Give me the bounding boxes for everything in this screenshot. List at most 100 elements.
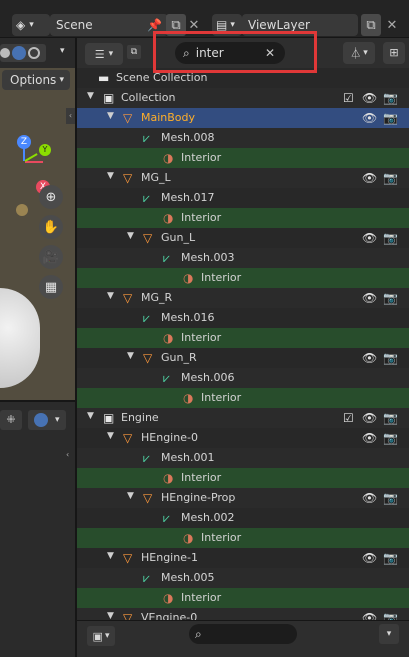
- camera-icon[interactable]: 📷: [383, 611, 398, 620]
- outliner-row[interactable]: ◑ Interior: [77, 388, 409, 408]
- object-icon: ▽: [123, 551, 133, 565]
- eye-icon[interactable]: 👁: [362, 431, 377, 445]
- outliner-row[interactable]: ◑ Interior: [77, 588, 409, 608]
- material-shading-icon[interactable]: [12, 46, 26, 60]
- outliner-row[interactable]: ▼ ▽ VEngine-0 👁 📷: [77, 608, 409, 620]
- pin-icon[interactable]: 📌: [147, 18, 162, 32]
- outliner-row[interactable]: ▼ ▽ Gun_R 👁 📷: [77, 348, 409, 368]
- eye-icon[interactable]: 👁: [362, 491, 377, 505]
- rendered-shading-icon[interactable]: [28, 47, 40, 59]
- options-dropdown[interactable]: Options ▾: [2, 70, 70, 90]
- eye-icon[interactable]: 👁: [362, 411, 377, 425]
- eye-icon[interactable]: 👁: [362, 551, 377, 565]
- expand-arrow-icon[interactable]: ▼: [127, 231, 134, 241]
- outliner-row[interactable]: ▼ ▽ Gun_L 👁 📷: [77, 228, 409, 248]
- outliner-row[interactable]: ⩗ Mesh.017: [77, 188, 409, 208]
- outliner-row[interactable]: ▼ ▽ HEngine-Prop 👁 📷: [77, 488, 409, 508]
- new-collection-icon[interactable]: ⊞: [383, 42, 405, 64]
- solid-shading-icon[interactable]: [0, 48, 10, 58]
- chevron-down-icon[interactable]: ▾: [379, 624, 399, 644]
- outliner-row[interactable]: ▼ ▽ HEngine-0 👁 📷: [77, 428, 409, 448]
- sphere-object[interactable]: [0, 288, 40, 388]
- close-icon[interactable]: ✕: [385, 14, 399, 36]
- editor-type-dropdown[interactable]: ▣ ▾: [87, 626, 115, 646]
- expand-arrow-icon[interactable]: ▼: [107, 291, 114, 301]
- scene-name-field[interactable]: Scene 📌: [50, 14, 168, 36]
- mesh-icon: ⩗: [163, 251, 170, 265]
- display-mode-dropdown[interactable]: ☰ ▾: [85, 43, 123, 65]
- z-axis-handle[interactable]: Z: [17, 135, 31, 149]
- navigation-gizmo[interactable]: Z Y X: [0, 108, 60, 216]
- eye-icon[interactable]: 👁: [362, 351, 377, 365]
- copy-icon[interactable]: ⧉: [127, 45, 141, 59]
- camera-icon[interactable]: 📷: [383, 171, 398, 185]
- outliner-row[interactable]: ◑ Interior: [77, 528, 409, 548]
- grid-icon[interactable]: ▦: [39, 275, 63, 299]
- outliner-row[interactable]: ⩗ Mesh.016: [77, 308, 409, 328]
- outliner-row[interactable]: ⩗ Mesh.006: [77, 368, 409, 388]
- outliner-row[interactable]: ◑ Interior: [77, 328, 409, 348]
- checkbox-icon[interactable]: ☑: [343, 411, 354, 425]
- properties-search-input[interactable]: ⌕: [189, 624, 297, 644]
- eye-icon[interactable]: 👁: [362, 611, 377, 620]
- neg-z-axis-handle[interactable]: [16, 204, 28, 216]
- outliner-row[interactable]: ◑ Interior: [77, 148, 409, 168]
- filter-dropdown[interactable]: ⏃ ▾: [343, 42, 375, 64]
- outliner-row[interactable]: ▼ ▽ MainBody 👁 📷: [77, 108, 409, 128]
- expand-arrow-icon[interactable]: ▼: [107, 111, 114, 121]
- scene-type-dropdown[interactable]: ◈ ▾: [12, 14, 50, 36]
- eye-icon[interactable]: 👁: [362, 291, 377, 305]
- camera-view-icon[interactable]: 🎥: [39, 245, 63, 269]
- outliner-row[interactable]: ◑ Interior: [77, 208, 409, 228]
- outliner-row[interactable]: ▼ ▣ Engine ☑ 👁 📷: [77, 408, 409, 428]
- camera-icon[interactable]: 📷: [383, 351, 398, 365]
- outliner-row[interactable]: ⩗ Mesh.005: [77, 568, 409, 588]
- outliner-row[interactable]: ⩗ Mesh.002: [77, 508, 409, 528]
- expand-arrow-icon[interactable]: ▼: [127, 491, 134, 501]
- camera-icon[interactable]: 📷: [383, 231, 398, 245]
- expand-arrow-icon[interactable]: ▼: [87, 411, 94, 421]
- object-icon: ▽: [143, 491, 153, 505]
- outliner-row-label: MG_L: [141, 171, 171, 184]
- outliner-row[interactable]: ▼ ▽ MG_L 👁 📷: [77, 168, 409, 188]
- eye-icon[interactable]: 👁: [362, 111, 377, 125]
- y-axis-handle[interactable]: Y: [39, 144, 51, 156]
- chevron-down-icon[interactable]: ▾: [60, 46, 65, 56]
- sidebar-toggle-icon[interactable]: ‹: [66, 450, 75, 466]
- expand-arrow-icon[interactable]: ▼: [107, 611, 114, 620]
- expand-arrow-icon[interactable]: ▼: [87, 91, 94, 101]
- overlay-dropdown[interactable]: ▾: [28, 410, 66, 430]
- outliner-row[interactable]: ⩗ Mesh.008: [77, 128, 409, 148]
- outliner-row[interactable]: ◑ Interior: [77, 268, 409, 288]
- zoom-icon[interactable]: ⊕: [39, 185, 63, 209]
- camera-icon[interactable]: 📷: [383, 551, 398, 565]
- camera-icon[interactable]: 📷: [383, 431, 398, 445]
- viewport[interactable]: Z Y X ⊕ ✋ 🎥 ▦ ‹: [0, 38, 75, 400]
- camera-icon[interactable]: 📷: [383, 111, 398, 125]
- outliner-row[interactable]: ⩗ Mesh.001: [77, 448, 409, 468]
- sidebar-toggle-icon[interactable]: ‹: [66, 108, 75, 124]
- expand-arrow-icon[interactable]: ▼: [107, 171, 114, 181]
- copy-icon[interactable]: ⧉: [361, 14, 381, 36]
- eye-icon[interactable]: 👁: [362, 91, 377, 105]
- expand-arrow-icon[interactable]: ▼: [107, 431, 114, 441]
- object-icon: ▽: [123, 291, 133, 305]
- lower-left-editor[interactable]: ⁜ ▾ ‹: [0, 402, 75, 657]
- outliner-row[interactable]: ◑ Interior: [77, 468, 409, 488]
- outliner-row[interactable]: ▼ ▽ MG_R 👁 📷: [77, 288, 409, 308]
- camera-icon[interactable]: 📷: [383, 91, 398, 105]
- camera-icon[interactable]: 📷: [383, 411, 398, 425]
- outliner-row[interactable]: ▼ ▽ HEngine-1 👁 📷: [77, 548, 409, 568]
- checkbox-icon[interactable]: ☑: [343, 91, 354, 105]
- eye-icon[interactable]: 👁: [362, 171, 377, 185]
- eye-icon[interactable]: 👁: [362, 231, 377, 245]
- outliner-row[interactable]: ⩗ Mesh.003: [77, 248, 409, 268]
- bottom-editor-header: ▣ ▾ ⌕ ▾: [77, 620, 409, 657]
- pivot-icon[interactable]: ⁜: [0, 410, 22, 430]
- camera-icon[interactable]: 📷: [383, 291, 398, 305]
- camera-icon[interactable]: 📷: [383, 491, 398, 505]
- expand-arrow-icon[interactable]: ▼: [127, 351, 134, 361]
- outliner-row[interactable]: ▼ ▣ Collection ☑ 👁 📷: [77, 88, 409, 108]
- hand-icon[interactable]: ✋: [39, 215, 63, 239]
- expand-arrow-icon[interactable]: ▼: [107, 551, 114, 561]
